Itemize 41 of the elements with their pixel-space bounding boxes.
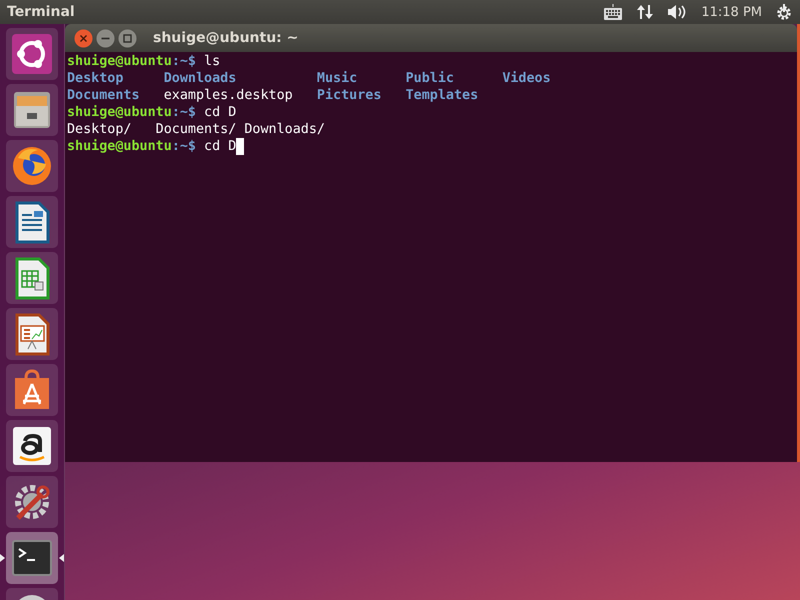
network-arrows-icon[interactable] [637, 3, 654, 21]
file-name: examples.desktop [164, 87, 293, 104]
prompt-user: shuige@ubuntu [67, 138, 172, 155]
ubuntu-logo-icon [10, 32, 54, 76]
maximize-icon[interactable] [118, 28, 137, 48]
command-text: cd D [203, 138, 236, 155]
prompt-path: :~$ [172, 53, 196, 70]
letter-a-smile-icon [10, 424, 54, 468]
prompt-path: :~$ [172, 104, 196, 121]
window-title: shuige@ubuntu: ~ [153, 30, 298, 46]
fox-globe-icon [10, 144, 54, 188]
volume-icon[interactable] [667, 4, 688, 20]
power-gear-icon[interactable] [776, 3, 792, 21]
command-text: cd D [203, 104, 236, 121]
app-title: Terminal [6, 4, 76, 20]
launcher-item[interactable] [6, 84, 58, 136]
prompt-path: :~$ [172, 138, 196, 155]
directory-name: Downloads [164, 70, 238, 87]
launcher-item[interactable] [6, 252, 58, 304]
clock[interactable]: 11:18 PM [701, 4, 762, 20]
terminal-area[interactable]: shuige@ubuntu:~$ ls Desktop Downloads Music Public Videos Documents examples.desktop Pictures Templates shuige@ubuntu:~$ cd D Desktop/ Documents/ Downloads/ shuige@ubuntu:~$ cd D [65, 52, 797, 462]
directory-name: Documents [67, 87, 140, 104]
prompt-user: shuige@ubuntu [67, 53, 172, 70]
output-text: Desktop/ Documents/ Downloads/ [67, 121, 325, 138]
prompt-user: shuige@ubuntu [67, 104, 172, 121]
launcher-item[interactable] [6, 420, 58, 472]
close-icon[interactable] [74, 28, 93, 48]
launcher-item[interactable] [6, 308, 58, 360]
command-text: ls [203, 53, 220, 70]
keyboard-icon[interactable] [603, 3, 624, 21]
directory-name: Templates [406, 87, 478, 104]
launcher-item[interactable] [6, 364, 58, 416]
minimize-icon[interactable] [96, 28, 115, 48]
launcher-item[interactable] [6, 196, 58, 248]
directory-name: Desktop [67, 70, 124, 87]
directory-name: Pictures [316, 87, 382, 104]
launcher-item[interactable] [6, 28, 58, 80]
directory-name: Videos [502, 70, 551, 87]
directory-name: Music [316, 70, 358, 87]
launcher-item[interactable] [6, 476, 58, 528]
directory-name: Public [406, 70, 455, 87]
